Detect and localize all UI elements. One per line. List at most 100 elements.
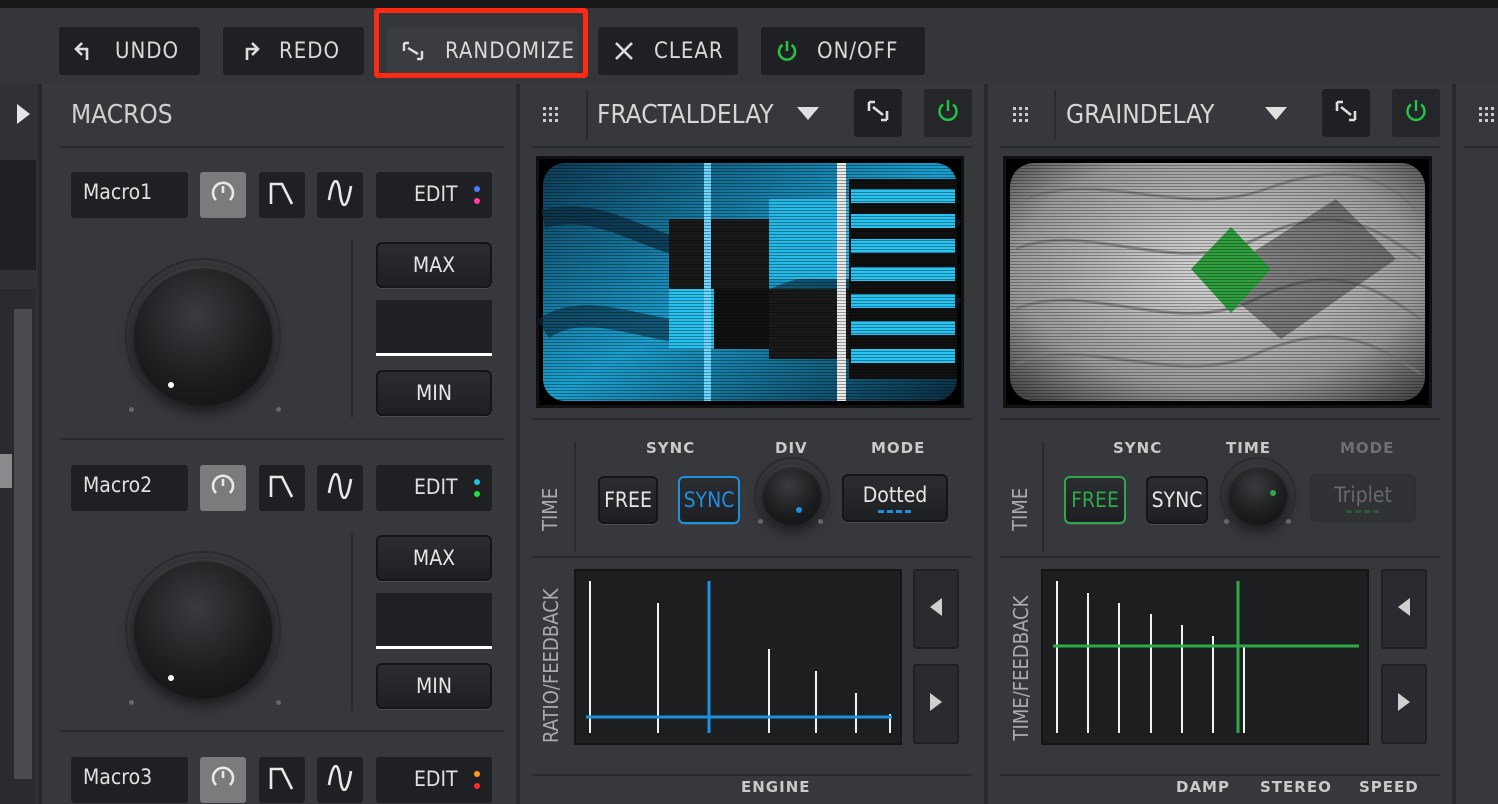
macro-name-field[interactable]: Macro3	[71, 757, 188, 803]
divider	[586, 90, 588, 140]
mode-select[interactable]: Dotted	[842, 474, 948, 522]
envelope-mode-button[interactable]	[259, 757, 305, 803]
triangle-right-icon	[1397, 692, 1411, 716]
edit-button[interactable]: EDIT	[376, 465, 492, 511]
lfo-mode-button[interactable]	[317, 465, 363, 511]
envelope-mode-button[interactable]	[259, 172, 305, 218]
close-icon	[604, 39, 644, 63]
sync-button[interactable]: SYNC	[678, 476, 740, 524]
scroll-thumb[interactable]	[0, 454, 12, 488]
grid-icon[interactable]	[542, 106, 560, 128]
randomize-highlight	[374, 8, 588, 78]
graph-section-label: RATIO/FEEDBACK	[539, 588, 563, 743]
triangle-down-icon[interactable]	[796, 106, 820, 126]
knob-icon	[210, 765, 236, 795]
macro-name-field[interactable]: Macro2	[71, 465, 188, 511]
device-power-button[interactable]	[924, 89, 972, 137]
color-dot	[474, 783, 480, 789]
macro-knob[interactable]	[125, 551, 281, 707]
divider	[60, 730, 504, 732]
track-block	[0, 160, 36, 270]
sine-wave-icon	[326, 764, 354, 795]
macro-name-field[interactable]: Macro1	[71, 172, 188, 218]
clear-label: CLEAR	[654, 38, 724, 64]
ratio-feedback-graph[interactable]	[574, 569, 902, 745]
divider	[60, 438, 504, 440]
knob-mode-button[interactable]	[200, 757, 246, 803]
knob-mode-button[interactable]	[200, 465, 246, 511]
time-feedback-graph[interactable]	[1041, 569, 1369, 745]
knob-max-tick	[276, 700, 281, 705]
edit-label: EDIT	[414, 182, 458, 206]
undo-button[interactable]: UNDO	[59, 27, 200, 75]
range-display	[376, 300, 492, 356]
knob-min-tick	[1224, 519, 1229, 524]
visualizer-screen	[1003, 156, 1432, 408]
time-knob[interactable]	[1220, 457, 1296, 533]
sync-label: SYNC	[1113, 439, 1163, 457]
knob-mode-button[interactable]	[200, 172, 246, 218]
lfo-mode-button[interactable]	[317, 172, 363, 218]
grid-icon[interactable]	[1478, 106, 1496, 128]
onoff-button[interactable]: ON/OFF	[761, 27, 925, 75]
time-section-label: TIME	[1008, 487, 1032, 531]
envelope-icon	[268, 473, 296, 503]
range-display	[376, 593, 492, 649]
grid-icon[interactable]	[1012, 106, 1030, 128]
triangle-right-icon[interactable]	[14, 102, 32, 130]
divider	[1054, 90, 1056, 140]
max-button[interactable]: MAX	[376, 535, 492, 581]
envelope-mode-button[interactable]	[259, 465, 305, 511]
mode-indicator	[878, 510, 912, 513]
mode-value: Dotted	[862, 483, 928, 507]
lfo-mode-button[interactable]	[317, 757, 363, 803]
divider	[1000, 556, 1440, 558]
graindelay-panel: GRAINDELAY TIME SYNC TIME MODE FREE SYNC…	[988, 84, 1452, 804]
redo-button[interactable]: REDO	[223, 27, 364, 75]
macro-knob[interactable]	[125, 258, 281, 414]
free-button[interactable]: FREE	[1064, 476, 1126, 524]
min-button[interactable]: MIN	[376, 663, 492, 709]
power-icon	[767, 39, 807, 63]
divider	[1000, 146, 1440, 148]
sync-button[interactable]: SYNC	[1146, 476, 1208, 524]
clear-button[interactable]: CLEAR	[598, 27, 738, 75]
engine-label: ENGINE	[741, 778, 811, 796]
redo-label: REDO	[279, 38, 341, 64]
randomize-icon	[1333, 98, 1359, 128]
device-randomize-button[interactable]	[1322, 89, 1370, 137]
mode-label: MODE	[871, 439, 926, 457]
time-section-label: TIME	[538, 487, 562, 531]
edit-button[interactable]: EDIT	[376, 757, 492, 803]
mode-select[interactable]: Triplet	[1310, 474, 1416, 522]
mode-indicator	[1346, 510, 1380, 513]
device-randomize-button[interactable]	[854, 89, 902, 137]
min-button[interactable]: MIN	[376, 370, 492, 416]
next-arrow-button[interactable]	[913, 664, 959, 744]
device-power-button[interactable]	[1392, 89, 1440, 137]
divider	[574, 442, 576, 552]
knob-min-tick	[129, 407, 134, 412]
fractaldelay-panel: FRACTALDELAY TIME SYNC DIV MODE FREE SYN…	[520, 84, 984, 804]
power-icon	[935, 98, 961, 128]
free-button[interactable]: FREE	[598, 476, 658, 524]
divider	[532, 556, 972, 558]
knob-min-tick	[758, 519, 763, 524]
top-toolbar: UNDO REDO RANDOMIZE CLEAR ON/OFF	[0, 0, 1498, 84]
time-knob-label: TIME	[1226, 439, 1271, 457]
divider	[351, 533, 353, 711]
knob-indicator	[168, 382, 174, 388]
edit-button[interactable]: EDIT	[376, 172, 492, 218]
knob-max-tick	[1286, 519, 1291, 524]
macro-slot-2: Macro2 EDIT MAX MIN	[42, 463, 516, 733]
scrollbar[interactable]	[14, 309, 32, 779]
div-knob[interactable]	[754, 457, 830, 533]
divider	[351, 240, 353, 418]
prev-arrow-button[interactable]	[1381, 569, 1427, 649]
triangle-down-icon[interactable]	[1264, 106, 1288, 126]
device-title[interactable]: FRACTALDELAY	[597, 100, 774, 130]
next-arrow-button[interactable]	[1381, 664, 1427, 744]
max-button[interactable]: MAX	[376, 242, 492, 288]
device-title[interactable]: GRAINDELAY	[1066, 100, 1214, 130]
prev-arrow-button[interactable]	[913, 569, 959, 649]
